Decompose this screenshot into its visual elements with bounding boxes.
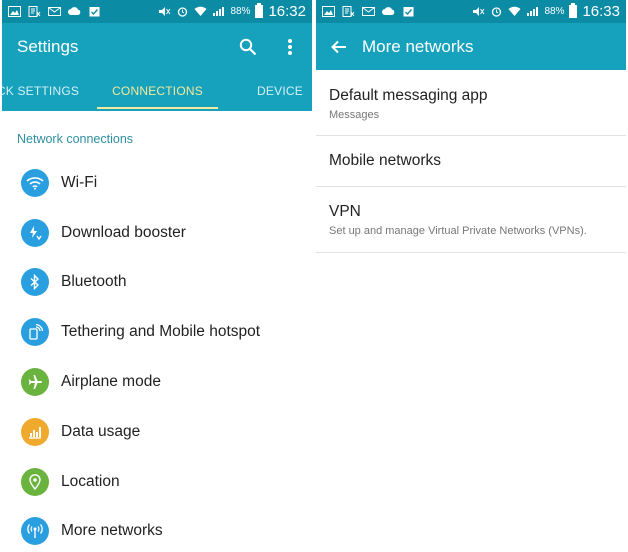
- list-item-airplane-mode[interactable]: Airplane mode: [2, 357, 312, 407]
- email-notification-icon: [48, 7, 61, 16]
- alarm-icon: [492, 7, 502, 17]
- alarm-icon: [178, 7, 188, 17]
- back-arrow-icon[interactable]: [330, 38, 348, 56]
- mute-icon: [159, 7, 171, 16]
- more-networks-icon: [21, 517, 49, 546]
- more-networks-screen: 88% 16:33 More networks Default messagin…: [316, 0, 626, 552]
- list-item-label: Bluetooth: [61, 273, 127, 291]
- battery-percent: 88%: [230, 6, 251, 17]
- wifi-signal-icon: [194, 6, 207, 16]
- list-item-download-booster[interactable]: Download booster: [2, 208, 312, 258]
- cell-signal-icon: [213, 7, 225, 16]
- clipboard-notification-icon: [89, 7, 100, 17]
- list-item-label: More networks: [61, 522, 163, 540]
- data-usage-icon: [21, 417, 49, 446]
- overflow-menu-icon[interactable]: [280, 37, 300, 57]
- clock: 16:33: [582, 3, 620, 20]
- search-icon[interactable]: [238, 37, 258, 57]
- location-icon: [21, 467, 49, 496]
- bluetooth-icon: [21, 268, 49, 297]
- list-item-subtitle: Messages: [329, 108, 380, 121]
- list-item-tethering[interactable]: Tethering and Mobile hotspot: [2, 307, 312, 357]
- app-bar: Settings: [2, 23, 312, 71]
- tab-connections[interactable]: CONNECTIONS: [97, 71, 218, 111]
- list-item-label: Download booster: [61, 223, 186, 241]
- page-title: More networks: [362, 36, 474, 56]
- download-booster-icon: [21, 218, 49, 247]
- list-item-label: Location: [61, 472, 120, 490]
- list-item-data-usage[interactable]: Data usage: [2, 407, 312, 457]
- list-item-title: VPN: [329, 202, 361, 220]
- cell-signal-icon: [527, 7, 539, 16]
- tethering-icon: [21, 318, 49, 347]
- list-item-vpn[interactable]: VPN Set up and manage Virtual Private Ne…: [316, 187, 626, 253]
- clock: 16:32: [268, 3, 306, 20]
- list-item-label: Airplane mode: [61, 373, 161, 391]
- wifi-signal-icon: [508, 6, 521, 16]
- battery-icon: [255, 3, 264, 18]
- tab-device[interactable]: DEVICE: [250, 71, 310, 111]
- document-notification-icon: [342, 6, 355, 17]
- list-item-subtitle: Set up and manage Virtual Private Networ…: [329, 224, 587, 237]
- battery-percent: 88%: [544, 6, 565, 17]
- wifi-icon: [21, 168, 49, 197]
- document-notification-icon: [28, 6, 41, 17]
- list-item-wifi[interactable]: Wi-Fi: [2, 158, 312, 208]
- gallery-notification-icon: [322, 6, 335, 17]
- app-bar: More networks: [316, 23, 626, 70]
- tab-bar: QUICK SETTINGS CONNECTIONS DEVICE: [2, 71, 312, 111]
- status-bar: 88% 16:32: [2, 0, 312, 23]
- tab-quick-settings[interactable]: QUICK SETTINGS: [2, 71, 92, 111]
- status-bar: 88% 16:33: [316, 0, 626, 23]
- list-item-default-messaging-app[interactable]: Default messaging app Messages: [316, 70, 626, 136]
- list-item-more-networks[interactable]: More networks: [2, 507, 312, 552]
- page-title: Settings: [17, 37, 79, 56]
- cloud-notification-icon: [382, 7, 395, 15]
- gallery-notification-icon: [8, 6, 21, 17]
- list-item-bluetooth[interactable]: Bluetooth: [2, 258, 312, 308]
- active-tab-indicator: [97, 107, 218, 109]
- settings-screen: 88% 16:32 Settings QUICK SETTINGS CONNEC…: [2, 0, 312, 552]
- cloud-notification-icon: [68, 7, 81, 15]
- list-item-location[interactable]: Location: [2, 457, 312, 507]
- list-item-label: Tethering and Mobile hotspot: [61, 323, 261, 341]
- battery-icon: [569, 3, 578, 18]
- mute-icon: [473, 7, 485, 16]
- list-item-title: Mobile networks: [329, 152, 441, 169]
- section-header: Network connections: [17, 132, 134, 146]
- list-item-title: Default messaging app: [329, 86, 488, 104]
- list-item-mobile-networks[interactable]: Mobile networks: [316, 136, 626, 187]
- list-item-label: Wi-Fi: [61, 173, 98, 191]
- clipboard-notification-icon: [403, 7, 414, 17]
- list-item-label: Data usage: [61, 422, 141, 440]
- email-notification-icon: [362, 7, 375, 16]
- airplane-icon: [21, 368, 49, 397]
